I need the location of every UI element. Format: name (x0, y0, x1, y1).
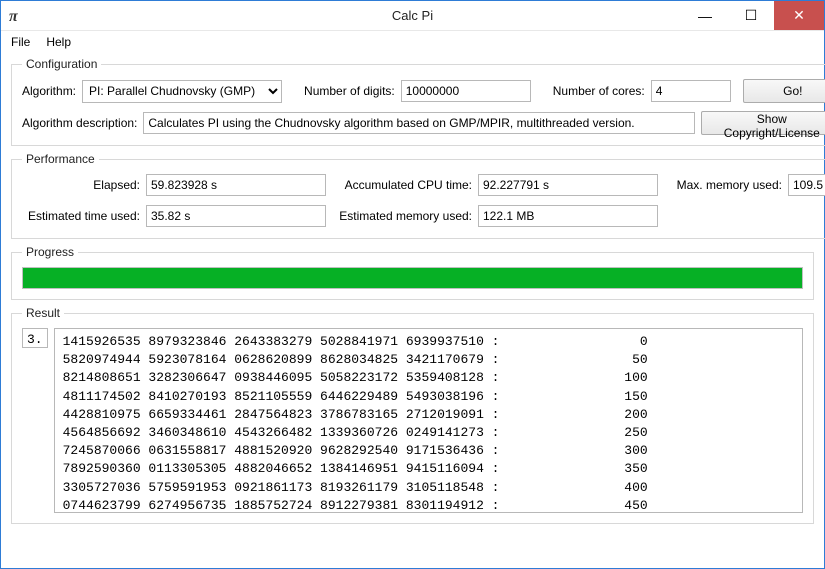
digits-label: Number of digits: (304, 84, 395, 98)
performance-group: Performance Elapsed: 59.823928 s Accumul… (11, 152, 825, 239)
window-title: Calc Pi (392, 8, 433, 23)
estimated-time-value: 35.82 s (146, 205, 326, 227)
accumulated-cpu-value: 92.227791 s (478, 174, 658, 196)
result-legend: Result (22, 306, 64, 320)
maximize-button[interactable]: ☐ (728, 1, 774, 30)
max-memory-label: Max. memory used: (664, 178, 782, 192)
show-license-button[interactable]: Show Copyright/License (701, 111, 825, 135)
app-icon: π (9, 8, 25, 24)
performance-legend: Performance (22, 152, 99, 166)
result-group: Result 3. 1415926535 8979323846 26433832… (11, 306, 814, 524)
window-buttons: — ☐ ✕ (682, 1, 824, 30)
result-integer-part: 3. (22, 328, 48, 348)
digits-input[interactable] (401, 80, 531, 102)
result-digits[interactable]: 1415926535 8979323846 2643383279 5028841… (54, 328, 803, 513)
elapsed-value: 59.823928 s (146, 174, 326, 196)
algorithm-description-value: Calculates PI using the Chudnovsky algor… (143, 112, 694, 134)
progress-fill (23, 268, 802, 288)
max-memory-value: 109.5 MB (788, 174, 825, 196)
algorithm-select[interactable]: PI: Parallel Chudnovsky (GMP) (82, 80, 282, 103)
elapsed-label: Elapsed: (22, 178, 140, 192)
configuration-legend: Configuration (22, 57, 101, 71)
close-button[interactable]: ✕ (774, 1, 824, 30)
minimize-button[interactable]: — (682, 1, 728, 30)
progress-bar (22, 267, 803, 289)
menu-help[interactable]: Help (38, 33, 79, 51)
progress-legend: Progress (22, 245, 78, 259)
content-area: Configuration Algorithm: PI: Parallel Ch… (1, 53, 824, 540)
accumulated-cpu-label: Accumulated CPU time: (332, 178, 472, 192)
configuration-group: Configuration Algorithm: PI: Parallel Ch… (11, 57, 825, 146)
title-bar: π Calc Pi — ☐ ✕ (1, 1, 824, 31)
estimated-time-label: Estimated time used: (22, 209, 140, 223)
estimated-memory-label: Estimated memory used: (332, 209, 472, 223)
estimated-memory-value: 122.1 MB (478, 205, 658, 227)
cores-label: Number of cores: (553, 84, 645, 98)
cores-input[interactable] (651, 80, 731, 102)
progress-group: Progress (11, 245, 814, 300)
algorithm-description-label: Algorithm description: (22, 116, 137, 130)
go-button[interactable]: Go! (743, 79, 825, 103)
menu-file[interactable]: File (3, 33, 38, 51)
menu-bar: File Help (1, 31, 824, 53)
algorithm-label: Algorithm: (22, 84, 76, 98)
